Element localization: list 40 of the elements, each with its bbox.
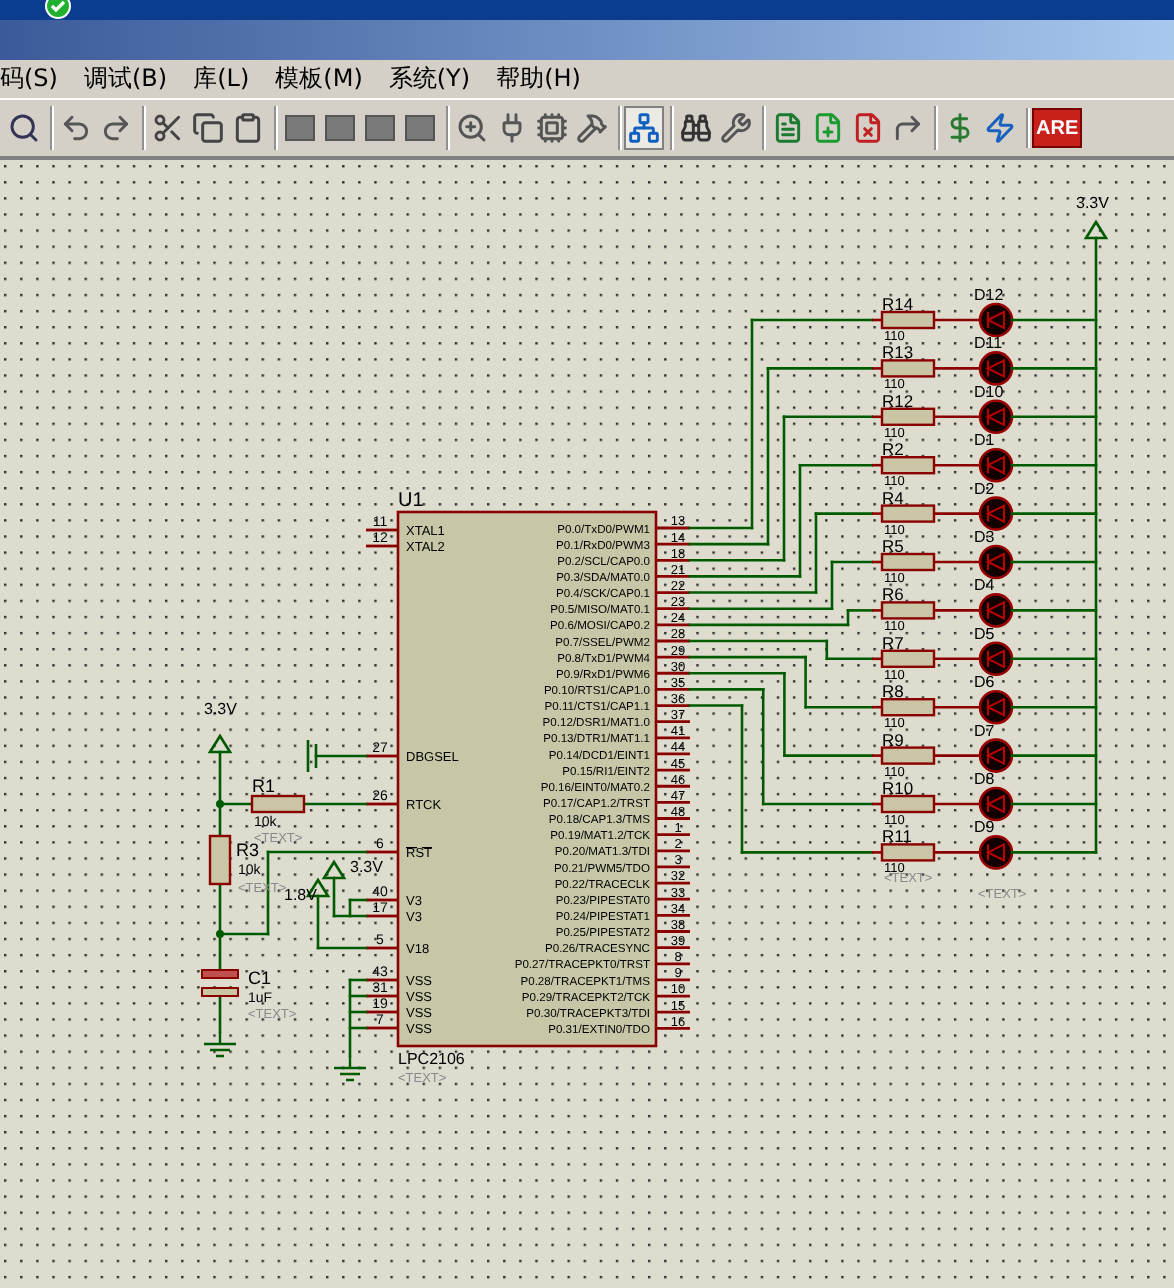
reference-label: R9 (882, 729, 904, 750)
menu-item[interactable]: 模板(M) (275, 62, 363, 96)
reference-label: R4 (882, 487, 904, 508)
reference-label: R1 (252, 776, 276, 797)
reference-label: D3 (974, 528, 995, 547)
reference-label: R7 (882, 632, 904, 653)
reference-label: R13 (882, 342, 914, 363)
menu-item[interactable]: 帮助(H) (496, 62, 581, 96)
reference-label: R3 (236, 840, 260, 861)
reference-label: D2 (974, 479, 995, 498)
ares-button[interactable]: ARE (1032, 108, 1083, 149)
power-label: 3.3V (204, 700, 237, 719)
reference-label: D8 (974, 770, 995, 789)
menu-item[interactable]: 码(S) (0, 62, 58, 96)
reference-label: D1 (974, 431, 995, 450)
power-label: 3.3V (350, 858, 383, 877)
reference-label: R14 (882, 294, 914, 315)
reference-label: D4 (974, 576, 995, 595)
menu-item[interactable]: 调试(B) (83, 62, 168, 96)
part-label: LPC2106 (398, 1050, 465, 1069)
reference-label: D11 (974, 334, 1003, 353)
reference-label: D7 (974, 721, 995, 740)
reference-label: D9 (974, 818, 995, 837)
menu-item[interactable]: 系统(Y) (388, 62, 471, 96)
reference-label: R8 (882, 681, 904, 702)
reference-label: R2 (882, 439, 904, 460)
reference-label: R10 (882, 778, 914, 799)
reference-label: R5 (882, 536, 904, 557)
reference-label: D10 (974, 382, 1004, 401)
menu-item[interactable]: 库(L) (193, 62, 250, 96)
reference-label: R6 (882, 584, 904, 605)
reference-label: D5 (974, 624, 995, 643)
reference-label: R11 (882, 826, 912, 847)
power-label: 1.8V (284, 886, 317, 905)
power-label: 3.3V (1076, 194, 1109, 213)
reference-label: D6 (974, 673, 995, 692)
reference-label: C1 (248, 968, 272, 989)
reference-label: R12 (882, 390, 914, 411)
reference-label: U1 (398, 490, 424, 513)
reference-label: D12 (974, 286, 1004, 305)
